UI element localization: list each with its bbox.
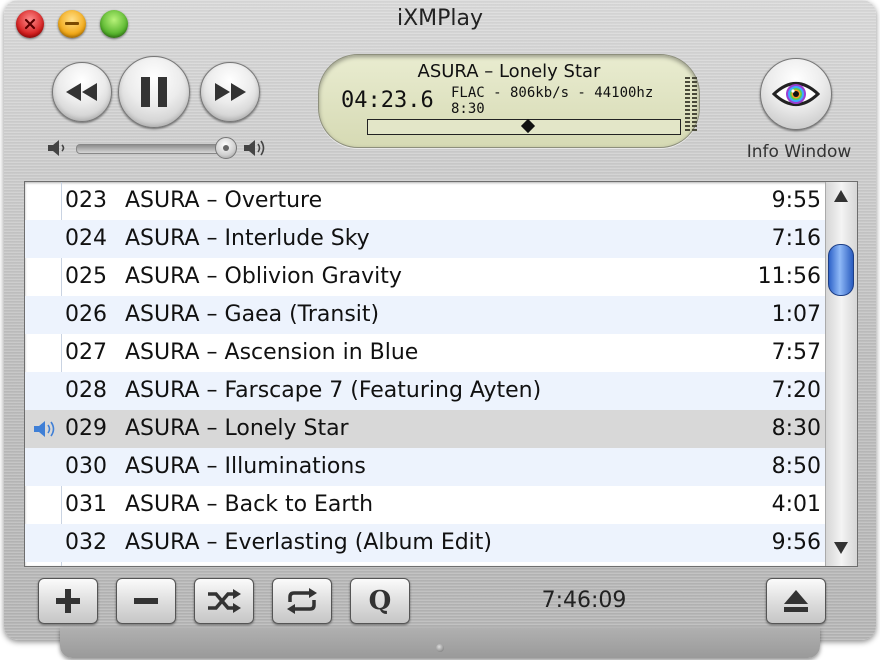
track-number: 032 — [65, 530, 107, 555]
window-bottom-tab — [60, 628, 820, 658]
track-name: ASURA – Gaea (Transit) — [125, 302, 380, 327]
pause-icon — [141, 77, 167, 107]
eye-icon — [772, 82, 820, 106]
now-playing-title: ASURA – Lonely Star — [417, 61, 601, 82]
volume-slider[interactable] — [76, 144, 228, 154]
scroll-up-arrow-icon[interactable] — [834, 190, 848, 202]
track-name: ASURA – Overture — [125, 188, 323, 213]
total-time: 7:46:09 — [541, 588, 627, 613]
track-number: 029 — [65, 416, 107, 441]
repeat-icon — [287, 588, 317, 614]
track-name: ASURA – Lonely Star — [125, 416, 349, 441]
minus-icon — [134, 598, 158, 604]
track-name: ASURA – Everlasting (Album Edit) — [125, 530, 493, 555]
window-title: iXMPlay — [396, 6, 484, 31]
pause-button[interactable] — [118, 56, 190, 128]
track-number: 025 — [65, 264, 107, 289]
volume-knob[interactable] — [214, 137, 237, 159]
playlist-row[interactable]: 027 ASURA – Ascension in Blue 7:57 — [25, 334, 825, 372]
playlist-row[interactable]: 026 ASURA – Gaea (Transit) 1:07 — [25, 296, 825, 334]
volume-low-icon — [48, 140, 65, 156]
track-duration: 7:20 — [771, 378, 821, 403]
track-name: ASURA – Farscape 7 (Featuring Ayten) — [125, 378, 542, 403]
playlist-row[interactable]: 030 ASURA – Illuminations 8:50 — [25, 448, 825, 486]
resize-grip[interactable] — [436, 644, 444, 652]
track-length: 8:30 — [451, 101, 485, 117]
playlist-row[interactable]: 032 ASURA – Everlasting (Album Edit) 9:5… — [25, 524, 825, 562]
track-number: 030 — [65, 454, 107, 479]
player-window: iXMPlay ASURA – Lonely Star 04:23.6 FLAC… — [4, 0, 876, 640]
track-number: 031 — [65, 492, 107, 517]
level-meter-left — [685, 77, 690, 131]
volume-high-icon — [244, 140, 265, 156]
track-name: ASURA – Ascension in Blue — [125, 340, 419, 365]
track-duration: 1:07 — [771, 302, 821, 327]
repeat-button[interactable] — [272, 578, 332, 624]
track-number: 023 — [65, 188, 107, 213]
forward-button[interactable] — [200, 62, 260, 122]
eject-button[interactable] — [766, 578, 826, 624]
plus-icon — [56, 589, 80, 613]
track-name: ASURA – Oblivion Gravity — [125, 264, 402, 289]
playlist-row[interactable]: 025 ASURA – Oblivion Gravity 11:56 — [25, 258, 825, 296]
track-duration: 9:56 — [771, 530, 821, 555]
track-duration: 7:57 — [771, 340, 821, 365]
eject-icon — [784, 590, 808, 612]
track-number: 027 — [65, 340, 107, 365]
track-duration: 8:30 — [771, 416, 821, 441]
track-duration: 9:55 — [771, 188, 821, 213]
add-button[interactable] — [38, 578, 98, 624]
remove-button[interactable] — [116, 578, 176, 624]
track-duration: 8:50 — [771, 454, 821, 479]
now-playing-display: ASURA – Lonely Star 04:23.6 FLAC - 806kb… — [318, 54, 700, 148]
shuffle-button[interactable] — [194, 578, 254, 624]
playlist[interactable]: 023 ASURA – Overture 9:55 024 ASURA – In… — [24, 181, 858, 567]
playlist-row-current[interactable]: 029 ASURA – Lonely Star 8:30 — [25, 410, 825, 448]
playlist-row[interactable]: 023 ASURA – Overture 9:55 — [25, 182, 825, 220]
track-number: 026 — [65, 302, 107, 327]
track-name: ASURA – Back to Earth — [125, 492, 374, 517]
fast-forward-icon — [215, 83, 246, 101]
track-duration: 7:16 — [771, 226, 821, 251]
track-name: ASURA – Illuminations — [125, 454, 366, 479]
level-meter — [685, 77, 699, 131]
rewind-icon — [66, 83, 97, 101]
now-playing-speaker-icon — [34, 421, 55, 437]
rewind-button[interactable] — [52, 62, 112, 122]
track-number: 024 — [65, 226, 107, 251]
elapsed-time: 04:23.6 — [341, 88, 434, 113]
track-number: 028 — [65, 378, 107, 403]
track-name: ASURA – Interlude Sky — [125, 226, 370, 251]
queue-button[interactable]: Q — [350, 578, 410, 624]
playlist-scrollbar[interactable] — [825, 182, 857, 566]
shuffle-icon — [208, 589, 241, 613]
track-duration: 11:56 — [757, 264, 821, 289]
track-duration: 4:01 — [771, 492, 821, 517]
playlist-row[interactable]: 031 ASURA – Back to Earth 4:01 — [25, 486, 825, 524]
scroll-down-arrow-icon[interactable] — [834, 542, 848, 554]
info-window-label: Info Window — [746, 142, 852, 162]
playlist-row[interactable]: 024 ASURA – Interlude Sky 7:16 — [25, 220, 825, 258]
scroll-thumb[interactable] — [828, 244, 854, 296]
info-window-button[interactable] — [760, 58, 832, 130]
level-meter-right — [692, 77, 697, 131]
stream-format: FLAC - 806kb/s - 44100hz — [451, 85, 654, 101]
playlist-row[interactable]: 028 ASURA – Farscape 7 (Featuring Ayten)… — [25, 372, 825, 410]
